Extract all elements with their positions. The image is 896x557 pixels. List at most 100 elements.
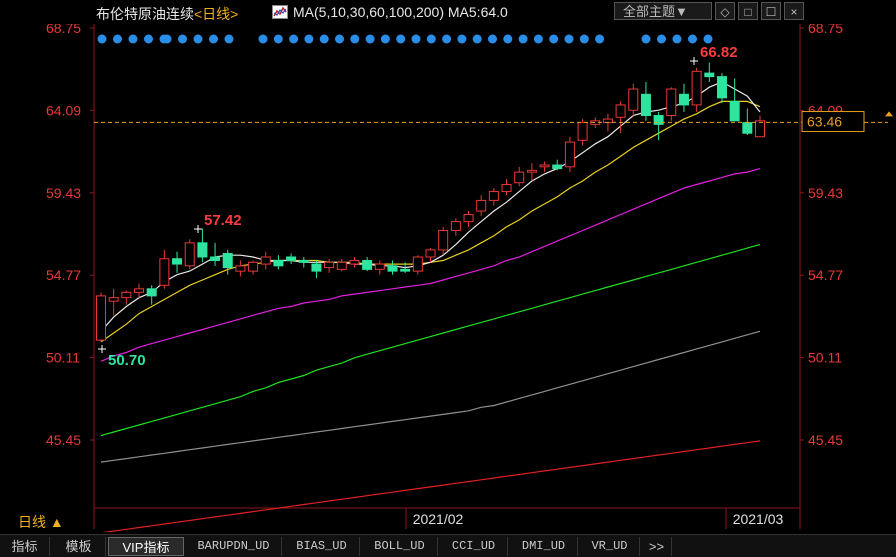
- candle-body-29: [463, 214, 474, 223]
- period-switch-button[interactable]: 日线 ▲: [0, 512, 92, 532]
- candle-body-12: [248, 261, 259, 272]
- candle-body-24: [400, 268, 411, 272]
- ma-legend: MA(5,10,30,60,100,200) MA5:64.0: [293, 4, 508, 20]
- y-tick-right-4: 50.11: [808, 350, 842, 366]
- candle-body-45: [666, 88, 677, 117]
- indicator-tab-bar: 指标 模板 VIP指标 BARUPDN_UD BIAS_UD BOLL_UD C…: [0, 534, 896, 557]
- candle-body-26: [425, 249, 436, 258]
- signal-dot-19: [396, 34, 406, 44]
- candle-body-13: [260, 256, 271, 265]
- instrument-name: 布伦特原油连续: [96, 6, 194, 22]
- peak-label: 57.42: [204, 212, 242, 229]
- candle-body-3: [134, 288, 145, 293]
- tab-vr[interactable]: VR_UD: [580, 537, 640, 556]
- candle-body-21: [362, 260, 373, 270]
- tab-barupdn[interactable]: BARUPDN_UD: [186, 537, 282, 556]
- y-tick-left-5: 45.45: [46, 432, 81, 448]
- candle-body-27: [438, 229, 449, 251]
- tab-bias[interactable]: BIAS_UD: [284, 537, 360, 556]
- peak-marker-icon: [194, 225, 202, 233]
- candle-body-25: [412, 256, 423, 272]
- signal-dot-2: [128, 34, 138, 44]
- last-price-label: 63.46: [807, 114, 842, 130]
- signal-dot-6: [178, 34, 187, 44]
- candle-body-35: [539, 164, 550, 168]
- x-tick-label-0: 2021/02: [413, 511, 464, 527]
- candle-body-16: [298, 260, 309, 263]
- tab-more[interactable]: >>: [642, 537, 672, 556]
- candle-body-31: [488, 191, 499, 201]
- tab-template[interactable]: 模板: [52, 537, 106, 556]
- ma10-line: [100, 100, 761, 343]
- y-tick-right-3: 54.77: [808, 267, 843, 283]
- candle-body-47: [691, 70, 702, 106]
- candle-body-46: [678, 93, 689, 106]
- candle-body-6: [172, 258, 183, 265]
- tab-indicators[interactable]: 指标: [0, 537, 50, 556]
- diamond-icon[interactable]: ◇: [715, 2, 735, 20]
- y-tick-left-0: 68.75: [46, 24, 81, 36]
- y-tick-left-3: 54.77: [46, 267, 81, 283]
- candlestick-chart[interactable]: 68.75 68.75 64.09 64.09 59.43 59.43 54.77 54.77…: [0, 20, 896, 534]
- ma-params: MA(5,10,30,60,100,200): [293, 4, 444, 20]
- candle-body-1: [108, 297, 119, 302]
- signal-dot-22: [442, 34, 452, 44]
- chart-canvas[interactable]: 68.75 68.7564.09 64.0959.43 59.4354.77 54.77…: [0, 20, 896, 534]
- low-label: 50.70: [108, 352, 146, 369]
- signal-dot-15: [335, 34, 344, 44]
- candle-body-51: [742, 122, 753, 134]
- signal-dot-1: [113, 34, 122, 44]
- ma60-line: [100, 244, 761, 437]
- candle-body-8: [197, 242, 208, 258]
- last-price-arrow-icon: [885, 111, 893, 117]
- signal-dot-37: [703, 34, 713, 44]
- signal-dot-3: [144, 34, 153, 44]
- close-icon[interactable]: ×: [784, 2, 804, 20]
- signal-dot-9: [224, 34, 234, 44]
- chart-header: 布伦特原油连续<日线> MA(5,10,30,60,100,200) MA5:6…: [0, 0, 896, 24]
- candle-body-20: [349, 260, 360, 265]
- signal-dot-35: [672, 34, 682, 44]
- signal-dot-21: [426, 34, 436, 44]
- ma100-line: [100, 330, 761, 463]
- signal-dot-20: [411, 34, 421, 44]
- window-icon[interactable]: □: [738, 2, 758, 20]
- signal-dot-10: [258, 34, 268, 44]
- candle-body-48: [704, 72, 715, 78]
- candle-body-2: [121, 291, 132, 299]
- candle-body-15: [286, 256, 297, 262]
- signal-dot-27: [518, 34, 528, 44]
- signal-dot-26: [503, 34, 513, 44]
- candle-body-23: [387, 265, 398, 272]
- period-label[interactable]: <日线>: [194, 6, 238, 22]
- candle-body-32: [501, 183, 512, 193]
- tab-boll[interactable]: BOLL_UD: [362, 537, 438, 556]
- signal-dot-7: [193, 34, 203, 44]
- tab-vip-indicators[interactable]: VIP指标: [108, 537, 184, 556]
- y-tick-left-4: 50.11: [46, 350, 80, 366]
- tab-cci[interactable]: CCI_UD: [440, 537, 508, 556]
- candle-body-22: [374, 263, 385, 270]
- signal-dot-13: [304, 34, 314, 44]
- x-tick-label-1: 2021/03: [733, 511, 784, 527]
- candle-body-44: [653, 115, 664, 125]
- signal-dot-29: [549, 34, 559, 44]
- ma-chart-icon[interactable]: [272, 5, 288, 19]
- tab-dmi[interactable]: DMI_UD: [510, 537, 578, 556]
- candle-body-43: [640, 93, 651, 117]
- candle-body-19: [336, 261, 347, 270]
- candle-body-30: [476, 199, 487, 212]
- candle-body-37: [564, 141, 575, 168]
- y-tick-left-2: 59.43: [46, 185, 81, 201]
- ma5-value: MA5:64.0: [447, 4, 508, 20]
- candle-body-18: [324, 261, 335, 269]
- signal-dot-8: [209, 34, 218, 44]
- signal-dot-31: [579, 34, 589, 44]
- candle-body-4: [146, 288, 157, 297]
- restore-icon[interactable]: ☐: [761, 2, 781, 20]
- signal-dot-28: [533, 34, 543, 44]
- theme-dropdown[interactable]: 全部主题▼: [614, 2, 712, 20]
- signal-dot-23: [457, 34, 467, 44]
- candle-body-14: [273, 260, 284, 267]
- y-tick-right-2: 59.43: [808, 185, 843, 201]
